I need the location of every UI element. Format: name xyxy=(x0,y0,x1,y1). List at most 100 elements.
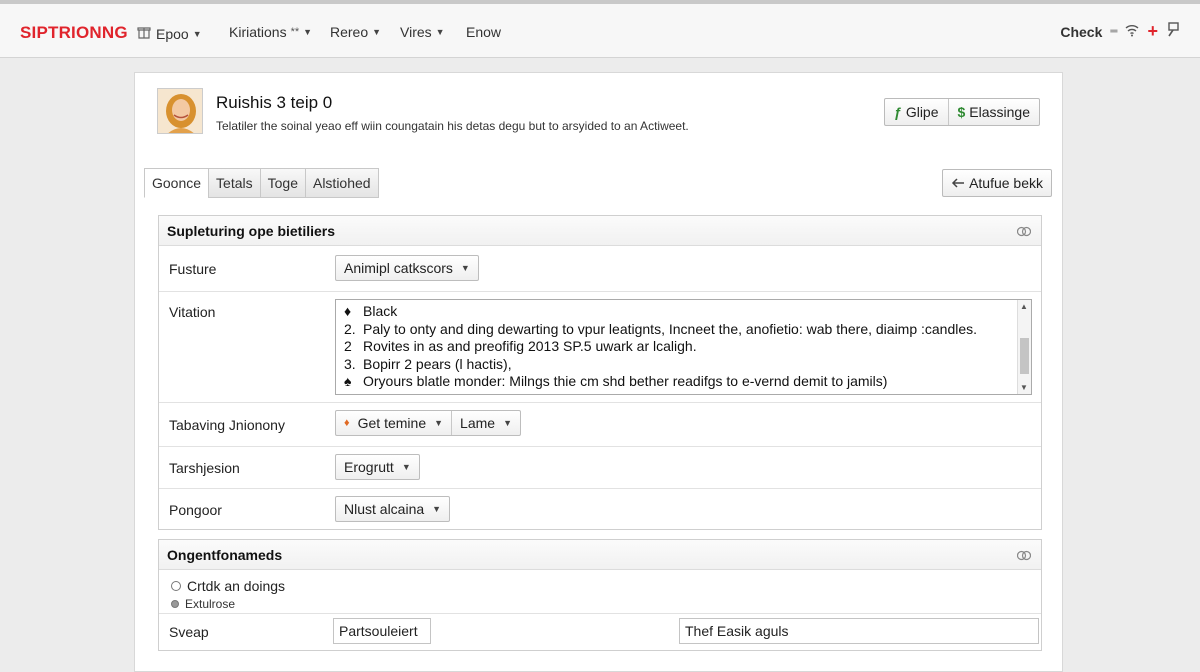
row-tarshjesion: Tarshjesion Erogrutt ▼ xyxy=(159,447,1041,489)
select-value: Erogrutt xyxy=(344,459,394,475)
row-radios: Crtdk an doings Extulrose xyxy=(159,570,1041,614)
tabaving-select-a[interactable]: ♦ Get temine ▼ xyxy=(336,411,451,435)
field-label: Sveap xyxy=(169,624,209,640)
brand-logo[interactable]: SIPTRIONNG xyxy=(20,23,128,43)
nav-menu-vires[interactable]: Vires ▼ xyxy=(400,24,445,40)
scroll-down-icon[interactable]: ▼ xyxy=(1020,383,1028,392)
section-ongentfonameds: Ongentfonameds Crtdk an doings Extulrose… xyxy=(158,539,1042,651)
back-button[interactable]: Atufue bekk xyxy=(942,169,1052,197)
flame-icon: ♦ xyxy=(344,417,350,429)
profile-name: Ruishis 3 teip 0 xyxy=(216,93,333,112)
field-label: Tabaving Jnionony xyxy=(169,417,285,433)
toggle-icon[interactable] xyxy=(1016,548,1032,561)
section-settings: Supleturing ope bietiliers Fusture Animi… xyxy=(158,215,1042,530)
main-panel: Ruishis 3 teip 0 Telatiler the soinal ye… xyxy=(134,72,1063,672)
chevron-down-icon: ▼ xyxy=(432,504,442,514)
chevron-down-icon: ▼ xyxy=(503,418,512,428)
settings-button-label: Elassinge xyxy=(969,104,1030,120)
tabaving-split-select: ♦ Get temine ▼ Lame ▼ xyxy=(335,410,521,436)
dollar-icon: $ xyxy=(957,104,966,120)
pongoor-select[interactable]: Nlust alcaina ▼ xyxy=(335,496,451,522)
tab-alstiohed[interactable]: Alstiohed xyxy=(304,168,379,198)
avatar xyxy=(157,88,203,134)
section-header: Supleturing ope bietiliers xyxy=(159,216,1041,246)
row-vitation: Vitation ♦ Black 2. Paly to onty and ding … xyxy=(159,292,1041,403)
radio-button[interactable] xyxy=(171,600,179,608)
row-sveap: Sveap Partsouleiert Thef Easik aguls xyxy=(159,614,1041,650)
nav-menu-label: Epoo xyxy=(156,25,189,42)
profile-description: Telatiler the soinal yeao eff wiin coung… xyxy=(216,119,689,133)
check-link[interactable]: Check xyxy=(1060,24,1102,40)
scroll-up-icon[interactable]: ▲ xyxy=(1020,302,1028,311)
tab-bar: Goonce Tetals Toge Alstiohed xyxy=(144,168,379,198)
chevron-down-icon: ▼ xyxy=(303,27,313,37)
radio-label: Extulrose xyxy=(185,597,236,611)
sveap-field-a[interactable]: Partsouleiert xyxy=(333,618,431,644)
textarea-line: ♠ Oryours blatle monder: Milngs thie cm s… xyxy=(344,373,888,389)
chevron-down-icon: ▼ xyxy=(434,418,444,428)
gift-icon xyxy=(136,24,152,43)
nav-menu-rereo[interactable]: Rereo ▼ xyxy=(330,24,381,40)
vitation-textarea[interactable]: ♦ Black 2. Paly to onty and ding dewarting… xyxy=(335,299,1032,395)
top-navigation-bar: SIPTRIONNG Epoo ▼ Kiriations ** ▼ Rereo … xyxy=(0,0,1200,58)
back-button-label: Atufue bekk xyxy=(969,175,1043,191)
textarea-line: ♦ Black xyxy=(344,303,398,319)
field-label: Fusture xyxy=(169,261,217,277)
textarea-line: 3. Bopirr 2 pears (l hactis), xyxy=(344,355,512,372)
select-value: Nlust alcaina xyxy=(344,501,425,517)
profile-actions: ƒ Glipe $ Elassinge xyxy=(884,98,1040,126)
globe-button[interactable]: ƒ Glipe xyxy=(885,99,947,125)
row-pongoor: Pongoor Nlust alcaina ▼ xyxy=(159,489,1041,529)
chevron-down-icon: ▼ xyxy=(460,263,470,273)
scroll-thumb[interactable] xyxy=(1020,338,1029,374)
feature-select[interactable]: Animipl catkscors ▼ xyxy=(335,255,479,281)
leaf-icon: ƒ xyxy=(894,104,902,120)
field-label: Tarshjesion xyxy=(169,460,240,476)
sveap-field-b[interactable]: Thef Easik aguls xyxy=(679,618,1039,644)
pin-icon[interactable] xyxy=(1166,22,1180,41)
section-title: Ongentfonameds xyxy=(167,547,283,563)
textarea-content: ♦ Black 2. Paly to onty and ding dewarting… xyxy=(336,300,1016,391)
select-value: Animipl catkscors xyxy=(344,260,453,276)
nav-menu-epoo[interactable]: Epoo ▼ xyxy=(136,24,202,43)
row-feature: Fusture Animipl catkscors ▼ xyxy=(159,246,1041,292)
field-label: Pongoor xyxy=(169,502,222,518)
section-header: Ongentfonameds xyxy=(159,540,1041,570)
wifi-icon[interactable] xyxy=(1125,23,1139,41)
chevron-down-icon: ▼ xyxy=(192,28,202,39)
radio-label: Crtdk an doings xyxy=(187,578,286,594)
radio-option[interactable]: Crtdk an doings xyxy=(171,578,285,594)
section-title: Supleturing ope bietiliers xyxy=(167,223,336,239)
globe-button-label: Glipe xyxy=(905,104,939,120)
lines-icon[interactable]: ═ xyxy=(1110,26,1117,37)
field-label: Vitation xyxy=(169,304,216,320)
nav-menu-kiriations[interactable]: Kiriations ** ▼ xyxy=(229,24,312,40)
textarea-line: 2 Rovites in as and preofifig 2013 SP.5 u… xyxy=(344,338,697,354)
nav-menu-label: Enow xyxy=(466,24,502,40)
toggle-icon[interactable] xyxy=(1016,224,1032,237)
select-value: Get temine xyxy=(357,415,427,431)
radio-button[interactable] xyxy=(171,581,181,591)
back-arrow-icon xyxy=(951,175,965,191)
chevron-down-icon: ▼ xyxy=(435,27,445,37)
textarea-line: 2. Paly to onty and ding dewarting to vpu… xyxy=(344,320,978,337)
tarshjesion-select[interactable]: Erogrutt ▼ xyxy=(335,454,420,480)
plus-icon[interactable]: + xyxy=(1147,21,1158,42)
nav-menu-label: Rereo xyxy=(330,24,369,40)
nav-menu-extra: ** xyxy=(290,26,300,38)
settings-button[interactable]: $ Elassinge xyxy=(947,99,1040,125)
tab-goonce[interactable]: Goonce xyxy=(144,168,210,198)
textarea-scrollbar[interactable]: ▲ ▼ xyxy=(1017,300,1031,394)
nav-menu-label: Kiriations xyxy=(229,24,287,40)
tab-tetals[interactable]: Tetals xyxy=(208,168,261,198)
nav-menu-label: Vires xyxy=(400,24,432,40)
tab-toge[interactable]: Toge xyxy=(259,168,306,198)
tabaving-select-b[interactable]: Lame ▼ xyxy=(451,411,520,435)
toolbar-right: Check ═ + xyxy=(1060,21,1180,42)
select-value: Lame xyxy=(460,415,496,431)
chevron-down-icon: ▼ xyxy=(401,462,411,472)
nav-menu-enow[interactable]: Enow xyxy=(466,24,501,40)
chevron-down-icon: ▼ xyxy=(372,27,382,37)
row-tabaving: Tabaving Jnionony ♦ Get temine ▼ Lame ▼ xyxy=(159,403,1041,447)
radio-option-sub[interactable]: Extulrose xyxy=(171,597,235,611)
